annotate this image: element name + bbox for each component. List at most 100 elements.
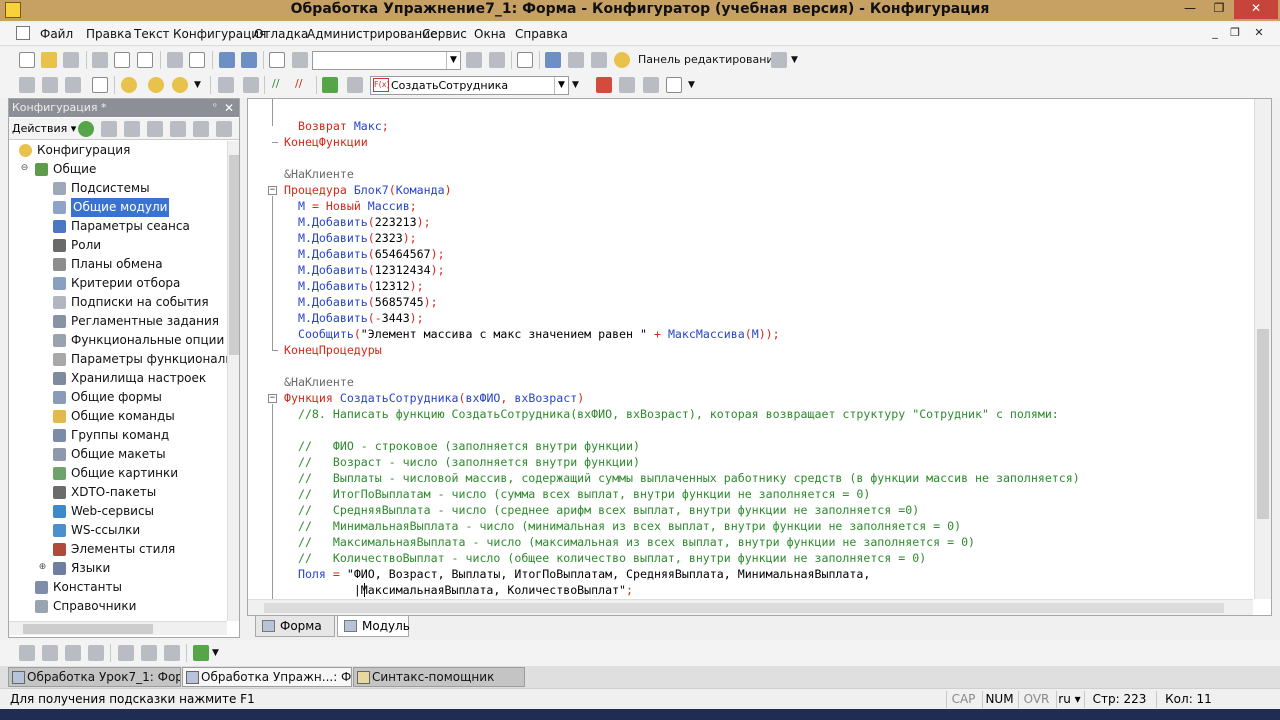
code-line[interactable]: &НаКлиенте	[284, 374, 354, 390]
tree-item[interactable]: Элементы стиля	[9, 540, 227, 559]
start-debug-icon[interactable]	[121, 77, 137, 93]
flag-clear-icon[interactable]	[88, 645, 104, 661]
menu-debug[interactable]: Отладка	[254, 27, 308, 41]
code-line[interactable]: // МинимальнаяВыплата - число (минимальн…	[284, 518, 961, 534]
tree-item[interactable]: Подсистемы	[9, 179, 227, 198]
disable-breakpoint-icon[interactable]	[643, 77, 659, 93]
tree-horizontal-scrollbar[interactable]	[9, 621, 227, 635]
code-line[interactable]: Функция СоздатьСотрудника(вхФИО, вхВозра…	[284, 390, 584, 406]
info-icon[interactable]	[614, 52, 630, 68]
tree-item[interactable]: Web-сервисы	[9, 502, 227, 521]
compare-icon[interactable]	[92, 77, 108, 93]
block-icon[interactable]	[141, 645, 157, 661]
wrap-icon[interactable]	[164, 645, 180, 661]
toolbar-overflow-icon[interactable]: ▼	[688, 80, 695, 90]
procedures-list-icon[interactable]	[347, 77, 363, 93]
tree-item[interactable]: Параметры сеанса	[9, 217, 227, 236]
menu-service[interactable]: Сервис	[422, 27, 467, 41]
tree-item[interactable]: Параметры функциональных опций	[9, 350, 227, 369]
fold-toggle-icon[interactable]: −	[268, 394, 277, 403]
tree-item[interactable]: Общие макеты	[9, 445, 227, 464]
windows-icon[interactable]	[517, 52, 533, 68]
editor-horizontal-scrollbar[interactable]	[248, 599, 1253, 615]
code-line[interactable]: // ФИО - строковое (заполняется внутри ф…	[284, 438, 640, 454]
uncomment-icon[interactable]: //	[295, 77, 302, 90]
tree-item[interactable]: Критерии отбора	[9, 274, 227, 293]
scrollbar-thumb[interactable]	[264, 603, 1224, 613]
tree-item[interactable]: WS-ссылки	[9, 521, 227, 540]
fold-toggle-icon[interactable]: −	[268, 186, 277, 195]
chevron-down-icon[interactable]: ▼	[572, 80, 579, 90]
tree-item[interactable]: Регламентные задания	[9, 312, 227, 331]
code-line[interactable]: Возврат Макс;	[284, 118, 389, 134]
db-config-icon[interactable]	[42, 77, 58, 93]
code-line[interactable]: М.Добавить(65464567);	[284, 246, 445, 262]
tree-item[interactable]: ⊖ Общие	[9, 160, 227, 179]
new-file-icon[interactable]	[19, 52, 35, 68]
cut-icon[interactable]	[92, 52, 108, 68]
panel-close-icon[interactable]: ✕	[224, 99, 234, 117]
tab-module[interactable]: Модуль	[337, 616, 410, 637]
code-line[interactable]: М.Добавить(12312434);	[284, 262, 445, 278]
module-icon[interactable]	[666, 77, 682, 93]
tree-item[interactable]: Константы	[9, 578, 227, 597]
chevron-down-icon[interactable]: ▼	[446, 52, 460, 69]
syntax-helper-icon[interactable]	[545, 52, 561, 68]
menu-windows[interactable]: Окна	[474, 27, 506, 41]
paste-icon[interactable]	[137, 52, 153, 68]
code-line[interactable]: Сообщить("Элемент массива с макс значени…	[284, 326, 780, 342]
tree-expander-icon[interactable]: ⊖	[19, 163, 30, 174]
code-line[interactable]: Процедура Блок7(Команда)	[284, 182, 452, 198]
flag-next-icon[interactable]	[42, 645, 58, 661]
scrollbar-thumb[interactable]	[229, 155, 239, 355]
module-editor[interactable]: Возврат Макс; КонецФункции &НаКлиенте Проце…	[247, 98, 1272, 616]
editor-vertical-scrollbar[interactable]	[1254, 99, 1271, 599]
procedure-combo[interactable]: F(x) СоздатьСотрудника ▼	[370, 76, 569, 95]
tree-item[interactable]: Функциональные опции	[9, 331, 227, 350]
add-icon[interactable]	[78, 121, 94, 137]
tree-item[interactable]: Подписки на события	[9, 293, 227, 312]
tree-item[interactable]: Справочники	[9, 597, 227, 616]
tree-expander-icon[interactable]: ⊕	[37, 562, 48, 573]
scrollbar-thumb[interactable]	[1257, 329, 1269, 519]
code-line[interactable]: // Выплаты - числовой массив, содержащий…	[284, 470, 1080, 486]
mdi-restore-button[interactable]: ❐	[1228, 26, 1242, 40]
chevron-down-icon[interactable]: ▼	[194, 80, 201, 90]
tree-item[interactable]: Общие формы	[9, 388, 227, 407]
code-line[interactable]: М = Новый Массив;	[284, 198, 417, 214]
outdent-icon[interactable]	[243, 77, 259, 93]
code-line[interactable]: М.Добавить(12312);	[284, 278, 424, 294]
tree-item[interactable]: Планы обмена	[9, 255, 227, 274]
tree-item[interactable]: Общие модули	[9, 198, 227, 217]
edit-panel-icon[interactable]	[771, 52, 787, 68]
tree-item[interactable]: Хранилища настроек	[9, 369, 227, 388]
sort-icon[interactable]	[216, 121, 232, 137]
tab-form[interactable]: Форма	[255, 616, 335, 637]
menu-edit[interactable]: Правка	[86, 27, 132, 41]
move-down-icon[interactable]	[193, 121, 209, 137]
update-db-icon[interactable]	[65, 77, 81, 93]
tree-item[interactable]: Конфигурация	[9, 141, 227, 160]
tree-item[interactable]: Группы команд	[9, 426, 227, 445]
code-line[interactable]: М.Добавить(2323);	[284, 230, 417, 246]
constructor-icon[interactable]	[591, 52, 607, 68]
copy-icon[interactable]	[114, 52, 130, 68]
scrollbar-thumb[interactable]	[23, 624, 153, 634]
breakpoint-icon[interactable]	[596, 77, 612, 93]
run-debug-icon[interactable]	[172, 77, 188, 93]
code-line[interactable]: |МаксимальнаяВыплата, КоличествоВыплат";	[284, 582, 633, 598]
delete-icon[interactable]	[147, 121, 163, 137]
menu-help[interactable]: Справка	[515, 27, 568, 41]
actions-menu[interactable]: Действия ▾	[12, 122, 76, 135]
tree-item[interactable]: Общие картинки	[9, 464, 227, 483]
tree-item[interactable]: Общие команды	[9, 407, 227, 426]
mdi-minimize-button[interactable]: _	[1208, 26, 1222, 40]
toolbar-overflow-icon[interactable]: ▼	[791, 55, 798, 65]
indent-icon[interactable]	[218, 77, 234, 93]
save-icon[interactable]	[63, 52, 79, 68]
menu-file[interactable]: Файл	[40, 27, 73, 41]
edit-panel-label[interactable]: Панель редактирования	[638, 53, 780, 66]
search-icon[interactable]	[292, 52, 308, 68]
window-tab-syntax-helper[interactable]: Синтакс-помощник	[353, 667, 525, 687]
menu-configuration[interactable]: Конфигурация	[173, 27, 266, 41]
